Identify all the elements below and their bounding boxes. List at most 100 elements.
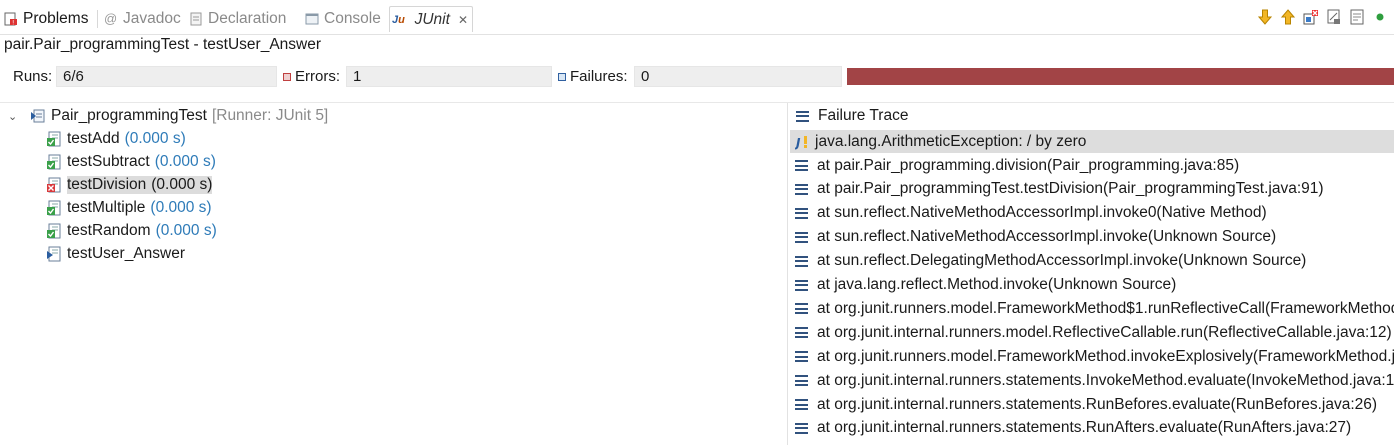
test-name: testDivision [67,176,147,194]
trace-line[interactable]: at org.junit.runners.model.FrameworkMeth… [790,345,1394,368]
stack-frame-icon [795,351,808,363]
svg-text:!: ! [12,20,14,27]
tab-console[interactable]: Console [305,6,381,32]
trace-line[interactable]: at org.junit.internal.runners.statements… [790,393,1394,416]
runs-value: 6/6 [56,66,277,87]
tab-javadoc[interactable]: @ Javadoc [104,6,181,32]
stack-frame-text: at java.lang.reflect.Method.invoke(Unkno… [817,276,1177,293]
stack-frame-icon [795,207,808,219]
test-item-testSubtract[interactable]: testSubtract (0.000 s) [46,151,216,173]
problems-icon: ! [4,12,18,27]
test-item-testUser_Answer[interactable]: testUser_Answer [46,243,185,265]
stack-frame-text: at pair.Pair_programmingTest.testDivisio… [817,180,1324,198]
tab-label: JUnit [414,10,450,28]
stack-frame-text: at org.junit.internal.runners.model.Refl… [817,323,1392,341]
tab-label: Console [324,10,381,27]
test-running-icon [46,246,62,262]
next-failure-icon[interactable] [1256,8,1273,25]
trace-line[interactable]: at org.junit.internal.runners.statements… [790,369,1394,392]
tab-problems[interactable]: ! Problems [4,6,88,32]
test-name: testUser_Answer [67,245,186,262]
test-run-title: pair.Pair_programmingTest - testUser_Ans… [4,36,322,53]
declaration-icon [189,12,203,26]
close-icon[interactable]: ✕ [458,13,468,27]
junit-icon: Ju [392,13,405,26]
trace-line[interactable]: at java.lang.reflect.Method.invoke(Unkno… [790,274,1394,297]
test-item-testAdd[interactable]: testAdd (0.000 s) [46,128,186,150]
more-icon[interactable] [1371,8,1388,25]
stack-frame-icon [795,327,808,339]
exception-text: java.lang.ArithmeticException: / by zero [815,132,1087,150]
failure-trace-header: Failure Trace [796,105,908,127]
failures-label: Failures: [570,68,628,85]
errors-value: 1 [346,66,552,87]
stack-frame-text: at org.junit.runners.model.FrameworkMeth… [817,347,1394,365]
exception-icon: J [794,134,811,150]
error-icon [283,72,291,81]
stack-frame-icon [795,231,808,243]
test-name: testAdd [67,130,120,147]
runs-label: Runs: [13,68,53,85]
test-duration: (0.000 s) [146,176,213,194]
failures-counter: Failures: [558,68,628,85]
tab-label: Declaration [208,10,287,27]
stack-frame-text: at org.junit.internal.runners.statements… [817,395,1378,413]
scroll-lock-icon[interactable] [1325,8,1342,25]
tree-root-suite[interactable]: ⌄ Pair_programmingTest [Runner: JUnit 5] [8,105,328,127]
stack-frame-text: at org.junit.runners.model.FrameworkMeth… [817,299,1394,317]
stack-frame-icon [795,375,808,387]
errors-label: Errors: [295,68,340,85]
test-pass-icon [46,154,62,170]
stack-frame-text: at sun.reflect.DelegatingMethodAccessorI… [817,252,1307,270]
chevron-down-icon[interactable]: ⌄ [8,110,20,123]
stack-frame-icon [795,279,808,291]
test-progress-bar [847,68,1394,85]
test-error-icon [46,177,62,193]
stack-trace-icon [796,110,809,122]
trace-line[interactable]: at org.junit.runners.model.FrameworkMeth… [790,297,1394,320]
history-icon[interactable] [1348,8,1365,25]
trace-line[interactable]: at pair.Pair_programmingTest.testDivisio… [790,178,1394,201]
tab-label: Problems [23,10,89,27]
tab-label: Javadoc [123,10,181,27]
show-failures-only-icon[interactable] [1302,8,1319,25]
test-pass-icon [46,131,62,147]
tab-separator [97,10,98,28]
sash[interactable] [787,103,788,445]
trace-line[interactable]: at sun.reflect.DelegatingMethodAccessorI… [790,250,1394,273]
trace-line[interactable]: at org.junit.internal.runners.statements… [790,417,1394,440]
test-item-testRandom[interactable]: testRandom (0.000 s) [46,220,217,242]
trace-line[interactable]: at org.junit.internal.runners.model.Refl… [790,321,1394,344]
tab-junit[interactable]: Ju JUnit ✕ [389,6,473,32]
stack-frame-text: at org.junit.internal.runners.statements… [817,419,1352,437]
tab-declaration[interactable]: Declaration [189,6,286,32]
test-pass-icon [46,223,62,239]
stack-frame-icon [795,422,808,434]
stack-frame-text: at sun.reflect.NativeMethodAccessorImpl.… [817,204,1267,222]
javadoc-icon: @ [104,11,118,26]
test-duration: (0.000 s) [150,199,212,216]
test-name: testMultiple [67,199,146,216]
trace-line[interactable]: at sun.reflect.NativeMethodAccessorImpl.… [790,202,1394,225]
stack-frame-icon [795,255,808,267]
trace-line[interactable]: at sun.reflect.NativeMethodAccessorImpl.… [790,226,1394,249]
trace-line[interactable]: at pair.Pair_programming.division(Pair_p… [790,154,1394,177]
stack-frame-icon [795,160,808,171]
test-item-testDivision[interactable]: testDivision (0.000 s) [46,174,213,196]
runner-label: [Runner: JUnit 5] [211,107,329,124]
console-icon [305,12,319,26]
test-duration: (0.000 s) [154,153,216,170]
failure-trace-title: Failure Trace [818,107,909,124]
test-suite-icon [30,108,46,124]
stack-frame-icon [795,303,808,315]
test-name: testSubtract [67,153,150,170]
errors-counter: Errors: [283,68,340,85]
test-duration: (0.000 s) [155,222,217,239]
stack-frame-icon [795,399,808,410]
test-item-testMultiple[interactable]: testMultiple (0.000 s) [46,197,212,219]
divider [0,102,1394,103]
trace-exception-row[interactable]: J java.lang.ArithmeticException: / by ze… [790,130,1394,153]
view-toolbar [1256,8,1388,26]
previous-failure-icon[interactable] [1279,8,1296,25]
test-duration: (0.000 s) [124,130,186,147]
